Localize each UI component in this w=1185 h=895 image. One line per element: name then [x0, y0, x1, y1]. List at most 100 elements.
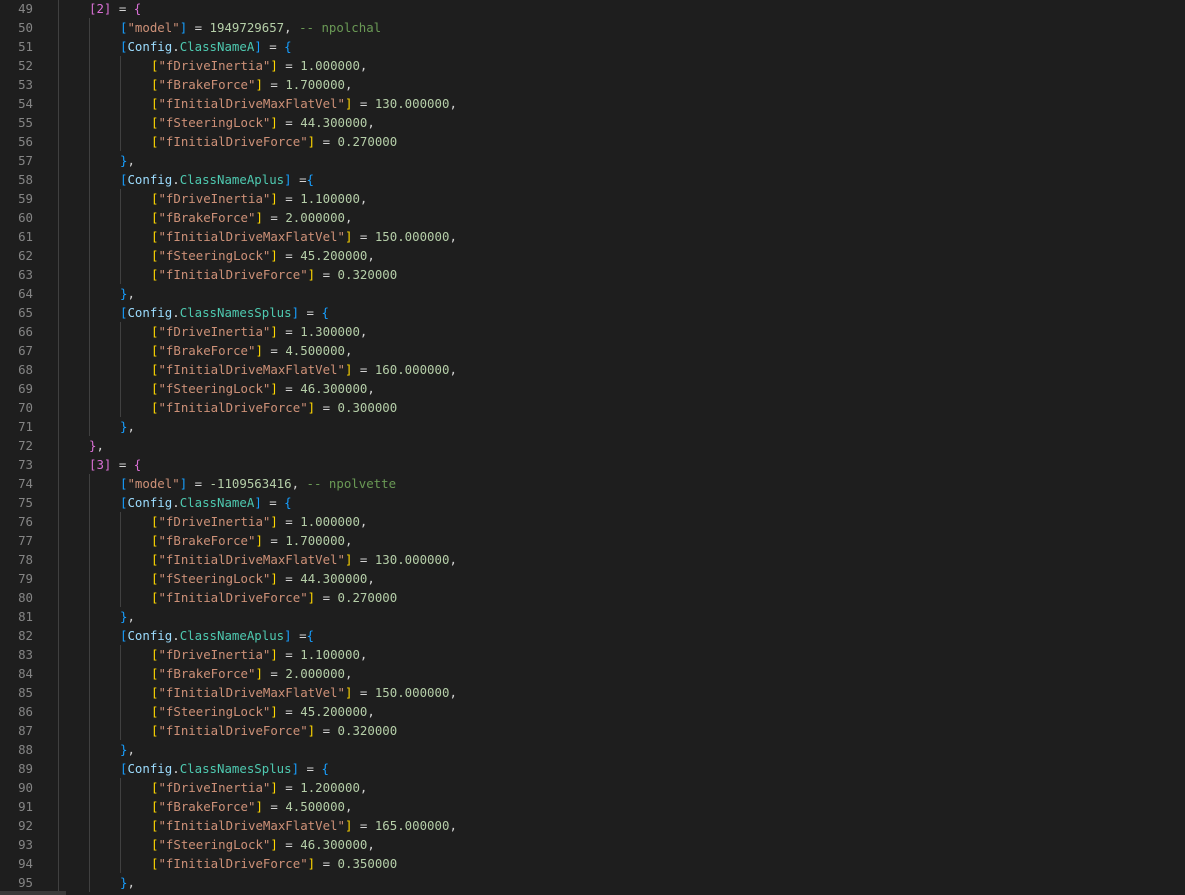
indent-guide — [89, 588, 90, 607]
code-line[interactable]: 74 ["model"] = -1109563416, -- npolvette — [0, 474, 1185, 493]
code-line[interactable]: 95}, — [0, 873, 1185, 892]
code-line[interactable]: 54 ["fInitialDriveMaxFlatVel"] = 130.0000… — [0, 94, 1185, 113]
code-line[interactable]: 80 ["fInitialDriveForce"] = 0.270000 — [0, 588, 1185, 607]
string-token: "fInitialDriveForce" — [158, 590, 308, 605]
code-line[interactable]: 71}, — [0, 417, 1185, 436]
code-line[interactable]: 79 ["fSteeringLock"] = 44.300000, — [0, 569, 1185, 588]
bracket: ] — [270, 324, 278, 339]
code-line[interactable]: 69 ["fSteeringLock"] = 46.300000, — [0, 379, 1185, 398]
punctuation-token: = — [262, 210, 286, 225]
number-token: 1949729657 — [209, 20, 285, 35]
line-code: ["fDriveInertia"] = 1.000000, — [151, 56, 367, 75]
code-line[interactable]: 61 ["fInitialDriveMaxFlatVel"] = 150.0000… — [0, 227, 1185, 246]
code-line[interactable]: 63 ["fInitialDriveForce"] = 0.320000 — [0, 265, 1185, 284]
code-line[interactable]: 51 [Config.ClassNameA] = { — [0, 37, 1185, 56]
line-code: }, — [120, 740, 135, 759]
code-line[interactable]: 52 ["fDriveInertia"] = 1.000000, — [0, 56, 1185, 75]
code-line[interactable]: 70 ["fInitialDriveForce"] = 0.300000 — [0, 398, 1185, 417]
code-line[interactable]: 55 ["fSteeringLock"] = 44.300000, — [0, 113, 1185, 132]
line-number: 80 — [18, 590, 33, 605]
code-line[interactable]: 57}, — [0, 151, 1185, 170]
horizontal-scrollbar-thumb[interactable] — [0, 891, 66, 895]
indent-guide — [89, 246, 90, 265]
code-line[interactable]: 73 [3] = { — [0, 455, 1185, 474]
code-line[interactable]: 85 ["fInitialDriveMaxFlatVel"] = 150.0000… — [0, 683, 1185, 702]
code-line[interactable]: 83 ["fDriveInertia"] = 1.100000, — [0, 645, 1185, 664]
code-line[interactable]: 53 ["fBrakeForce"] = 1.700000, — [0, 75, 1185, 94]
string-token: "fBrakeForce" — [158, 799, 256, 814]
punctuation-token: = — [262, 666, 286, 681]
code-line[interactable]: 75 [Config.ClassNameA] = { — [0, 493, 1185, 512]
line-number: 49 — [18, 1, 33, 16]
punctuation-token: = — [315, 590, 338, 605]
punctuation-token: = — [291, 628, 307, 643]
code-line[interactable]: 64}, — [0, 284, 1185, 303]
line-number: 82 — [18, 628, 33, 643]
code-line[interactable]: 90 ["fDriveInertia"] = 1.200000, — [0, 778, 1185, 797]
line-number: 92 — [18, 818, 33, 833]
code-line[interactable]: 88}, — [0, 740, 1185, 759]
line-number: 55 — [18, 115, 33, 130]
code-line[interactable]: 86 ["fSteeringLock"] = 45.200000, — [0, 702, 1185, 721]
code-line[interactable]: 81}, — [0, 607, 1185, 626]
code-line[interactable]: 66 ["fDriveInertia"] = 1.300000, — [0, 322, 1185, 341]
indent-guide — [89, 816, 90, 835]
indent-guide — [120, 854, 121, 873]
code-line[interactable]: 76 ["fDriveInertia"] = 1.000000, — [0, 512, 1185, 531]
code-line[interactable]: 67 ["fBrakeForce"] = 4.500000, — [0, 341, 1185, 360]
punctuation-token: = — [187, 20, 210, 35]
code-line[interactable]: 84 ["fBrakeForce"] = 2.000000, — [0, 664, 1185, 683]
string-token: "fInitialDriveMaxFlatVel" — [158, 685, 345, 700]
punctuation-token: = — [262, 799, 286, 814]
indent-guide — [89, 702, 90, 721]
bracket: { — [321, 305, 329, 320]
code-line[interactable]: 59 ["fDriveInertia"] = 1.100000, — [0, 189, 1185, 208]
code-line[interactable]: 60 ["fBrakeForce"] = 2.000000, — [0, 208, 1185, 227]
number-token: 45.200000 — [300, 704, 368, 719]
code-line[interactable]: 92 ["fInitialDriveMaxFlatVel"] = 165.0000… — [0, 816, 1185, 835]
code-line[interactable]: 77 ["fBrakeForce"] = 1.700000, — [0, 531, 1185, 550]
line-code: ["fSteeringLock"] = 45.200000, — [151, 702, 375, 721]
code-line[interactable]: 50 ["model"] = 1949729657, -- npolchal — [0, 18, 1185, 37]
indent-guide — [89, 208, 90, 227]
code-line[interactable]: 93 ["fSteeringLock"] = 46.300000, — [0, 835, 1185, 854]
punctuation-token: , — [345, 666, 353, 681]
code-editor[interactable]: 49 [2] = {50 ["model"] = 1949729657, -- np… — [0, 0, 1185, 895]
punctuation-token: . — [172, 495, 180, 510]
code-line[interactable]: 87 ["fInitialDriveForce"] = 0.320000 — [0, 721, 1185, 740]
code-line[interactable]: 49 [2] = { — [0, 0, 1185, 18]
number-token: 150.000000 — [374, 685, 450, 700]
number-token: 46.300000 — [300, 837, 368, 852]
indent-guide — [89, 645, 90, 664]
line-code: ["fInitialDriveForce"] = 0.350000 — [151, 854, 397, 873]
code-line[interactable]: 78 ["fInitialDriveMaxFlatVel"] = 130.0000… — [0, 550, 1185, 569]
indent-guide — [58, 797, 59, 816]
indent-guide — [89, 417, 90, 436]
bracket: [3] — [89, 457, 112, 472]
code-line[interactable]: 94 ["fInitialDriveForce"] = 0.350000 — [0, 854, 1185, 873]
code-line[interactable]: 89 [Config.ClassNamesSplus] = { — [0, 759, 1185, 778]
indent-guide — [89, 18, 90, 37]
string-token: "fDriveInertia" — [158, 514, 271, 529]
punctuation-token: = — [262, 533, 286, 548]
indent-guide — [58, 265, 59, 284]
punctuation-token: , — [127, 742, 135, 757]
indent-guide — [120, 702, 121, 721]
line-code: ["fDriveInertia"] = 1.300000, — [151, 322, 367, 341]
indent-guide — [89, 284, 90, 303]
code-line[interactable]: 56 ["fInitialDriveForce"] = 0.270000 — [0, 132, 1185, 151]
code-line[interactable]: 58 [Config.ClassNameAplus] ={ — [0, 170, 1185, 189]
number-token: 1.300000 — [300, 324, 360, 339]
code-line[interactable]: 82 [Config.ClassNameAplus] ={ — [0, 626, 1185, 645]
code-line[interactable]: 62 ["fSteeringLock"] = 45.200000, — [0, 246, 1185, 265]
line-code: ["fInitialDriveForce"] = 0.270000 — [151, 588, 397, 607]
code-line[interactable]: 68 ["fInitialDriveMaxFlatVel"] = 160.0000… — [0, 360, 1185, 379]
bracket: ] — [270, 191, 278, 206]
code-line[interactable]: 91 ["fBrakeForce"] = 4.500000, — [0, 797, 1185, 816]
code-line[interactable]: 65 [Config.ClassNamesSplus] = { — [0, 303, 1185, 322]
code-line[interactable]: 72}, — [0, 436, 1185, 455]
indent-guide — [58, 531, 59, 550]
indent-guide — [89, 322, 90, 341]
indent-guide — [58, 721, 59, 740]
punctuation-token: , — [345, 799, 353, 814]
